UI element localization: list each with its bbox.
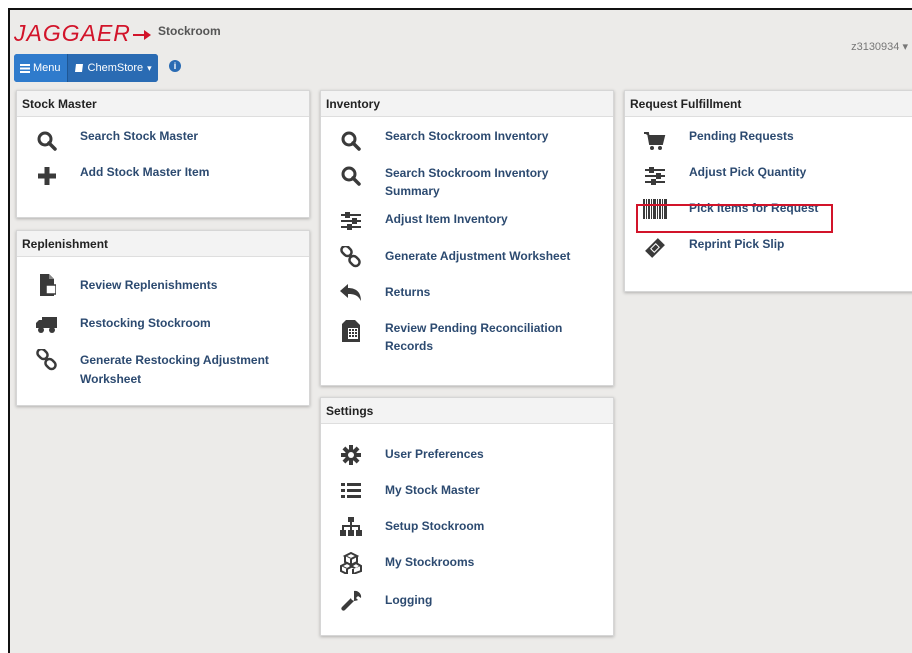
logo-text: JAGGAER bbox=[14, 20, 131, 46]
menu-item-label-line2: Worksheet bbox=[80, 372, 142, 386]
jaggaer-logo[interactable]: JAGGAER bbox=[14, 20, 151, 47]
search-icon bbox=[339, 129, 363, 153]
menu-item-logging[interactable]: Logging bbox=[321, 572, 613, 611]
user-id: z3130934 bbox=[851, 41, 900, 53]
panel-replenishment: Replenishment Review Replenishments Rest… bbox=[16, 230, 310, 406]
menu-item-label: Add Stock Master Item bbox=[80, 165, 210, 179]
menu-item-label: Review Pending Reconciliation bbox=[385, 321, 563, 335]
menu-item-label: Generate Adjustment Worksheet bbox=[385, 249, 571, 263]
menu-item-label: Returns bbox=[385, 285, 431, 299]
wrench-icon bbox=[339, 589, 363, 613]
menu-item-search-stockroom-inventory-summary[interactable]: Search Stockroom Inventory Summary bbox=[321, 155, 613, 201]
reply-icon bbox=[339, 281, 363, 305]
menu-item-label: Reprint Pick Slip bbox=[689, 237, 785, 251]
menu-item-reprint-pick-slip[interactable]: Reprint Pick Slip bbox=[625, 227, 912, 261]
menu-item-setup-stockroom[interactable]: Setup Stockroom bbox=[321, 498, 613, 536]
cart-icon bbox=[643, 130, 667, 154]
panel-title: Settings bbox=[321, 398, 613, 424]
menu-item-label: User Preferences bbox=[385, 447, 484, 461]
menu-button-label: Menu bbox=[33, 62, 61, 74]
menu-item-label-line2: Summary bbox=[385, 184, 440, 198]
caret-down-icon: ▾ bbox=[147, 62, 152, 73]
menu-item-my-stock-master[interactable]: My Stock Master bbox=[321, 462, 613, 498]
panel-title: Replenishment bbox=[17, 231, 309, 257]
ticket-icon bbox=[643, 236, 667, 260]
menu-item-search-stock-master[interactable]: Search Stock Master bbox=[17, 117, 309, 153]
menu-item-review-replenishments[interactable]: Review Replenishments bbox=[17, 257, 309, 296]
menu-item-user-preferences[interactable]: User Preferences bbox=[321, 424, 613, 465]
panel-inventory: Inventory Search Stockroom Inventory Sea… bbox=[320, 90, 614, 386]
menu-item-my-stockrooms[interactable]: My Stockrooms bbox=[321, 534, 613, 574]
menu-item-label: Restocking Stockroom bbox=[80, 316, 211, 330]
panel-title: Stock Master bbox=[17, 91, 309, 117]
panel-settings: Settings User Preferences My Stock Maste… bbox=[320, 397, 614, 636]
menu-item-generate-restocking-adjustment-worksheet[interactable]: Generate Restocking Adjustment Worksheet bbox=[17, 333, 309, 391]
info-icon[interactable]: i bbox=[169, 60, 181, 72]
menu-item-label: Pending Requests bbox=[689, 129, 794, 143]
book-icon bbox=[74, 64, 83, 72]
search-icon bbox=[35, 129, 59, 153]
link-icon bbox=[339, 245, 363, 269]
user-menu[interactable]: z3130934 ▾ bbox=[851, 40, 908, 53]
menu-item-label: Setup Stockroom bbox=[385, 519, 485, 533]
app-frame: JAGGAER Stockroom z3130934 ▾ Menu ChemSt… bbox=[8, 8, 912, 653]
menu-item-label: Search Stock Master bbox=[80, 129, 199, 143]
menu-item-label: Review Replenishments bbox=[80, 278, 218, 292]
search-icon bbox=[339, 164, 363, 188]
caret-down-icon: ▾ bbox=[902, 41, 908, 53]
menu-item-review-pending-reconciliation-records[interactable]: Review Pending Reconciliation Records bbox=[321, 313, 613, 361]
menu-item-generate-adjustment-worksheet[interactable]: Generate Adjustment Worksheet bbox=[321, 241, 613, 275]
chemstore-label: ChemStore bbox=[87, 62, 144, 74]
panel-request-fulfillment: Request Fulfillment Pending Requests Adj… bbox=[624, 90, 912, 292]
menu-item-label: Generate Restocking Adjustment bbox=[80, 353, 269, 367]
hamburger-icon bbox=[20, 63, 30, 73]
menu-item-adjust-item-inventory[interactable]: Adjust Item Inventory bbox=[321, 205, 613, 239]
menu-button[interactable]: Menu bbox=[14, 54, 68, 82]
menu-item-label: My Stockrooms bbox=[385, 555, 475, 569]
menu-item-label: Search Stockroom Inventory bbox=[385, 129, 549, 143]
menu-item-returns[interactable]: Returns bbox=[321, 277, 613, 311]
app-title: Stockroom bbox=[158, 24, 221, 38]
menu-item-label: Adjust Pick Quantity bbox=[689, 165, 807, 179]
chemstore-dropdown[interactable]: ChemStore ▾ bbox=[67, 54, 158, 82]
menu-item-pending-requests[interactable]: Pending Requests bbox=[625, 117, 912, 153]
main-menu-bar: Menu ChemStore ▾ bbox=[14, 54, 158, 82]
sliders-icon bbox=[643, 164, 667, 188]
calculator-icon bbox=[339, 319, 363, 343]
panel-stock-master: Stock Master Search Stock Master Add Sto… bbox=[16, 90, 310, 218]
menu-item-restocking-stockroom[interactable]: Restocking Stockroom bbox=[17, 295, 309, 333]
link-icon bbox=[35, 348, 59, 372]
menu-item-search-stockroom-inventory[interactable]: Search Stockroom Inventory bbox=[321, 117, 613, 153]
sliders-icon bbox=[339, 209, 363, 233]
panel-title: Request Fulfillment bbox=[625, 91, 912, 117]
document-icon bbox=[35, 273, 59, 297]
menu-item-adjust-pick-quantity[interactable]: Adjust Pick Quantity bbox=[625, 155, 912, 189]
menu-item-label: Search Stockroom Inventory bbox=[385, 166, 549, 180]
menu-item-add-stock-master-item[interactable]: Add Stock Master Item bbox=[17, 155, 309, 191]
logo-arrow-icon bbox=[132, 29, 151, 40]
panel-title: Inventory bbox=[321, 91, 613, 117]
menu-item-label-line2: Records bbox=[385, 339, 434, 353]
menu-item-label: Adjust Item Inventory bbox=[385, 212, 508, 226]
menu-item-label: My Stock Master bbox=[385, 483, 480, 497]
menu-item-label: Logging bbox=[385, 593, 433, 607]
plus-icon bbox=[35, 164, 59, 188]
